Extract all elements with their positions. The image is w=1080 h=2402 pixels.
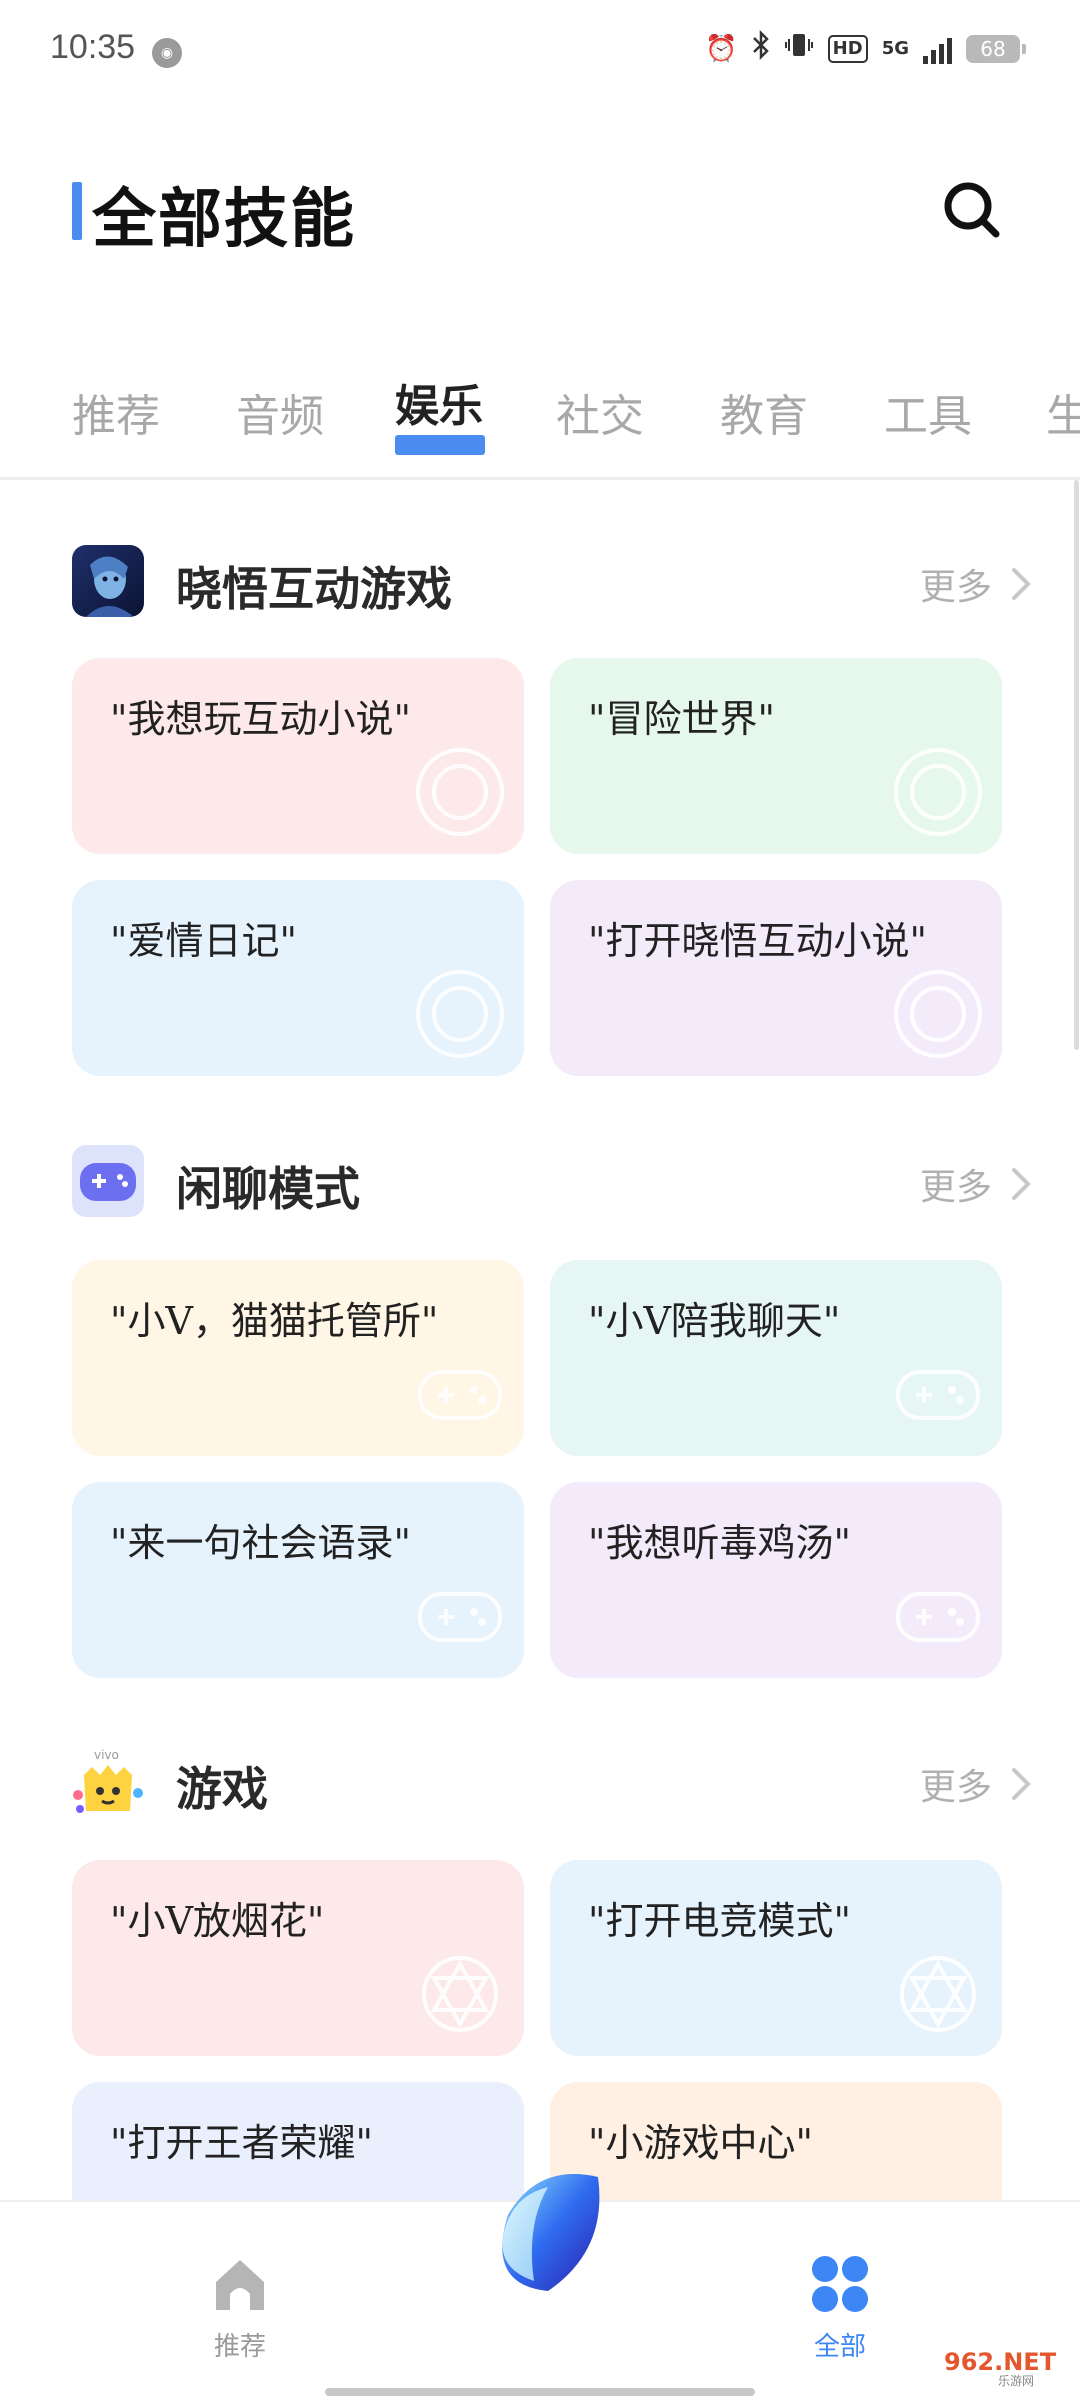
section-header-chat: 闲聊模式 更多 [72, 1145, 1032, 1225]
card-text: "打开晓悟互动小说" [588, 919, 927, 963]
card-text: "我想玩互动小说" [110, 697, 411, 741]
more-button[interactable]: 更多 [920, 1759, 1032, 1809]
vivo-badge: vivo [94, 1748, 119, 1762]
card-text: "打开王者荣耀" [110, 2121, 373, 2165]
jovi-orb-icon [502, 2174, 600, 2291]
section-title: 闲聊模式 [176, 1162, 360, 1216]
skill-card[interactable]: "我想玩互动小说" [72, 658, 524, 854]
skill-card[interactable]: "冒险世界" [550, 658, 1002, 854]
grid-icon [812, 2256, 868, 2312]
card-text: "爱情日记" [110, 919, 297, 963]
svg-text:乐游网: 乐游网 [998, 2374, 1034, 2388]
search-icon [944, 182, 1000, 238]
tab-audio[interactable]: 音频 [236, 380, 324, 444]
card-text: "小游戏中心" [588, 2121, 813, 2165]
watermark-logo: 962.NET 乐游网 [938, 2340, 1068, 2392]
chevron-right-icon [1012, 568, 1031, 600]
vivo-games-icon: vivo [72, 1745, 144, 1817]
page-title: 全部技能 [92, 183, 356, 257]
active-tab-indicator [395, 435, 485, 455]
voice-record-icon: ◉ [152, 38, 182, 68]
card-text: "小V陪我聊天" [588, 1299, 841, 1343]
card-text: "小V放烟花" [110, 1899, 325, 1943]
gamepad-icon [896, 1592, 980, 1642]
tab-education[interactable]: 教育 [720, 380, 808, 444]
status-bar: 10:35 ◉ ⏰ HD 5G 68 [0, 0, 1080, 100]
svg-text:962.NET: 962.NET [944, 2348, 1057, 2376]
battery-icon: 68 [966, 34, 1026, 63]
more-button[interactable]: 更多 [920, 559, 1032, 609]
target-icon [894, 970, 982, 1058]
section-header-xiaowu: 晓悟互动游戏 更多 [72, 545, 1032, 625]
hd-badge: HD [827, 34, 868, 63]
skill-card[interactable]: "小V陪我聊天" [550, 1260, 1002, 1456]
tab-recommend[interactable]: 推荐 [72, 380, 160, 444]
home-icon [216, 2260, 264, 2310]
xiaowu-game-icon [72, 545, 144, 617]
home-gesture-bar[interactable] [325, 2388, 755, 2396]
voice-assistant-button[interactable] [468, 2155, 618, 2305]
chat-mode-icon [72, 1145, 144, 1217]
section-title: 游戏 [176, 1762, 268, 1816]
skill-card[interactable]: "爱情日记" [72, 880, 524, 1076]
nav-label: 全部 [813, 2332, 866, 2362]
target-icon [416, 748, 504, 836]
search-button[interactable] [940, 178, 1004, 242]
skill-card[interactable]: "小V放烟花" [72, 1860, 524, 2056]
title-accent-bar [72, 182, 82, 240]
more-label: 更多 [919, 567, 992, 608]
tab-entertainment[interactable]: 娱乐 [395, 370, 483, 434]
category-tabs: 推荐 音频 娱乐 社交 教育 工具 生 [0, 360, 1080, 460]
gamepad-icon [418, 1370, 502, 1420]
skill-card[interactable]: "打开电竞模式" [550, 1860, 1002, 2056]
gamepad-icon [896, 1370, 980, 1420]
status-icons: ⏰ HD 5G 68 [705, 29, 1026, 67]
nav-label: 推荐 [213, 2332, 266, 2362]
section-header-games: vivo 游戏 更多 [72, 1745, 1032, 1825]
star-icon [900, 1956, 976, 2032]
alarm-icon: ⏰ [705, 33, 738, 64]
skill-card[interactable]: "来一句社会语录" [72, 1482, 524, 1678]
chevron-right-icon [1012, 1168, 1031, 1200]
card-text: "来一句社会语录" [110, 1521, 411, 1565]
gamepad-icon [418, 1592, 502, 1642]
more-label: 更多 [919, 1767, 992, 1808]
card-text: "我想听毒鸡汤" [588, 1521, 851, 1565]
target-icon [416, 970, 504, 1058]
card-text: "打开电竞模式" [588, 1899, 851, 1943]
card-text: "小V，猫猫托管所" [110, 1299, 439, 1343]
scrollbar[interactable] [1074, 480, 1079, 1050]
tab-tools[interactable]: 工具 [884, 380, 972, 444]
tab-life[interactable]: 生 [1046, 380, 1080, 444]
status-time: 10:35 [50, 28, 136, 66]
section-title: 晓悟互动游戏 [176, 562, 452, 616]
skill-card[interactable]: "打开晓悟互动小说" [550, 880, 1002, 1076]
signal-icon [923, 34, 952, 64]
more-button[interactable]: 更多 [920, 1159, 1032, 1209]
more-label: 更多 [919, 1167, 992, 1208]
network-type: 5G [881, 38, 909, 59]
bluetooth-icon [752, 29, 770, 67]
skill-card[interactable]: "我想听毒鸡汤" [550, 1482, 1002, 1678]
target-icon [894, 748, 982, 836]
vibrate-icon [784, 30, 814, 67]
skill-card[interactable]: "小V，猫猫托管所" [72, 1260, 524, 1456]
tab-social[interactable]: 社交 [556, 380, 644, 444]
star-icon [422, 1956, 498, 2032]
nav-all[interactable]: 全部 [780, 2252, 900, 2363]
chevron-right-icon [1012, 1768, 1031, 1800]
tab-divider [0, 477, 1080, 480]
card-text: "冒险世界" [588, 697, 775, 741]
nav-recommend[interactable]: 推荐 [180, 2252, 300, 2363]
